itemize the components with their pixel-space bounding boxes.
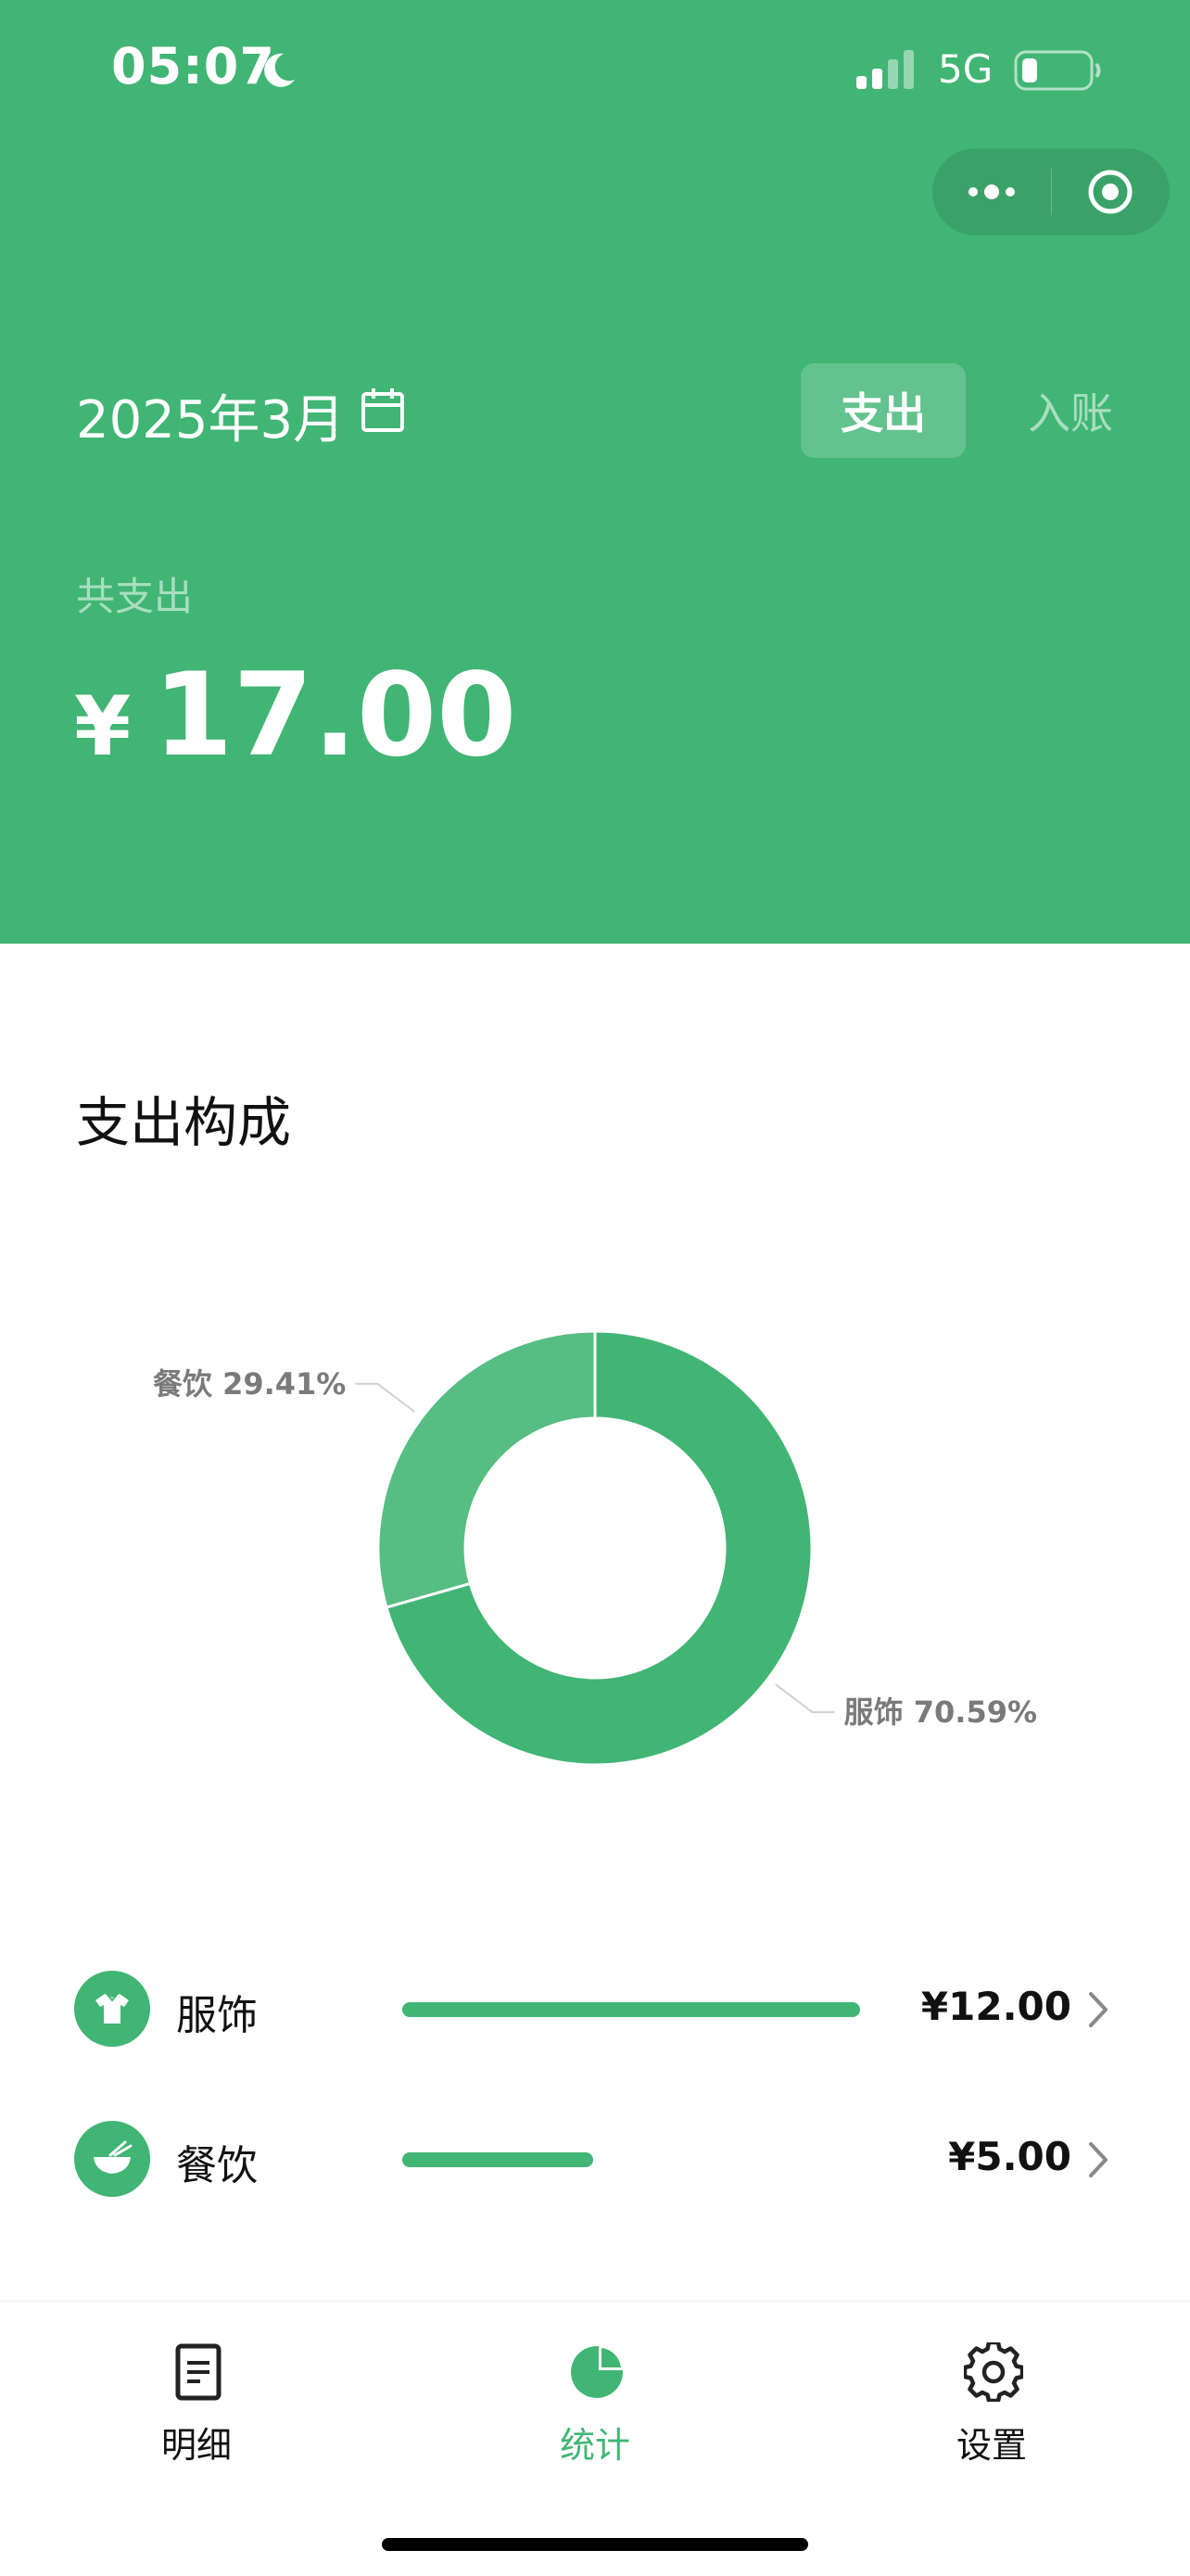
capsule-divider xyxy=(1051,169,1052,215)
category-row-clothing[interactable]: 服饰 ¥12.00 xyxy=(0,1952,1190,2063)
donut-leader-line-0 xyxy=(775,1683,835,1714)
chevron-right-icon xyxy=(1089,2142,1108,2177)
tabbar-item-details[interactable]: 明细 xyxy=(104,2342,289,2481)
tabbar-label: 统计 xyxy=(559,2425,630,2466)
category-name: 餐饮 xyxy=(176,2142,258,2189)
battery-icon xyxy=(1014,50,1101,91)
category-amount: ¥5.00 xyxy=(948,2134,1071,2179)
category-icon-circle xyxy=(74,1971,150,2047)
donut-leader-line-1 xyxy=(355,1382,415,1413)
status-time: 05:07 xyxy=(111,37,275,95)
calendar-icon[interactable] xyxy=(360,386,406,434)
tabbar-label: 明细 xyxy=(160,2425,232,2466)
signal-icon xyxy=(856,50,914,89)
bowl-icon xyxy=(94,2140,133,2174)
more-button[interactable] xyxy=(932,148,1051,235)
donut-label-1: 餐饮 29.41% xyxy=(153,1366,346,1402)
moon-icon xyxy=(264,53,295,87)
category-progress-bar xyxy=(402,2002,860,2017)
shirt-icon xyxy=(95,1994,129,2024)
tab-expense[interactable]: 支出 xyxy=(801,363,966,458)
donut-chart-svg: 服饰 70.59% 餐饮 29.41% xyxy=(153,1329,1037,1767)
total-amount-value: 17.00 xyxy=(153,649,517,782)
tabbar-item-settings[interactable]: 设置 xyxy=(899,2342,1084,2481)
donut-label-0: 服饰 70.59% xyxy=(844,1694,1037,1730)
document-icon xyxy=(175,2343,222,2401)
gear-icon xyxy=(964,2342,1023,2402)
donut-chart: 服饰 70.59% 餐饮 29.41% xyxy=(0,1279,1190,1798)
more-dots-icon xyxy=(968,184,1015,199)
donut-slice-1 xyxy=(376,1329,597,1609)
tab-income[interactable]: 入账 xyxy=(992,363,1149,458)
category-icon-circle xyxy=(74,2121,150,2197)
pie-chart-icon xyxy=(571,2346,623,2398)
tabbar-item-statistics[interactable]: 统计 xyxy=(502,2342,688,2481)
home-indicator xyxy=(382,2538,808,2551)
target-close-icon xyxy=(1088,170,1133,214)
tabbar-label: 设置 xyxy=(956,2425,1027,2466)
category-name: 服饰 xyxy=(176,1992,258,2039)
category-row-dining[interactable]: 餐饮 ¥5.00 xyxy=(0,2102,1190,2214)
chevron-right-icon xyxy=(1089,1992,1108,2027)
close-button[interactable] xyxy=(1051,148,1170,235)
header: 05:07 5G 2025年3月 支出 入账 共支出 ¥ 17.00 xyxy=(0,0,1190,944)
category-progress-bar xyxy=(402,2152,593,2167)
currency-symbol: ¥ xyxy=(74,679,132,774)
network-label: 5G xyxy=(938,46,994,92)
total-amount: ¥ 17.00 xyxy=(74,649,516,782)
date-picker-label[interactable]: 2025年3月 xyxy=(76,378,345,453)
category-amount: ¥12.00 xyxy=(920,1984,1071,2029)
mini-program-capsule xyxy=(932,148,1170,235)
category-progress-track xyxy=(402,2002,860,2017)
bottom-tab-bar: 明细 统计 设置 xyxy=(0,2301,1190,2576)
category-progress-track xyxy=(402,2152,860,2167)
total-caption: 共支出 xyxy=(76,574,194,619)
section-title: 支出构成 xyxy=(76,1091,292,1154)
